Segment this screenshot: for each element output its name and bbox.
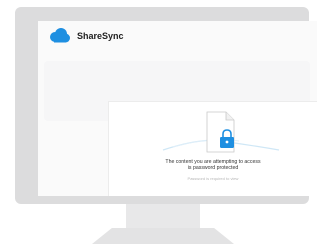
monitor-frame: ShareSync The content you are attempting… (15, 7, 317, 204)
locked-document-icon (162, 111, 280, 153)
app-header: ShareSync (38, 21, 317, 51)
message-line-2: is password protected (187, 165, 239, 171)
cloud-icon (50, 28, 70, 43)
monitor-stand-neck (126, 204, 200, 228)
protected-message: The content you are attempting to access… (109, 159, 317, 171)
screen: ShareSync The content you are attempting… (38, 21, 317, 196)
monitor-stand-base (92, 228, 234, 244)
brand-name: ShareSync (77, 31, 124, 41)
password-protected-panel: The content you are attempting to access… (108, 101, 317, 196)
password-note: Password is required to view (187, 176, 239, 181)
